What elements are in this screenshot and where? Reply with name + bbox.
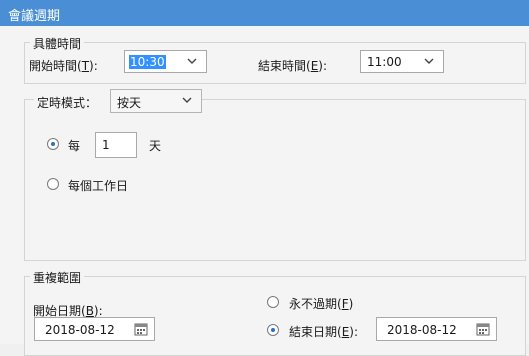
end-date-value: 2018-08-12 [387,323,457,337]
chevron-down-icon [187,58,197,64]
every-label: 每 [68,139,81,153]
chevron-down-icon [182,97,192,103]
start-time-label: 開始時間(T): [29,59,98,73]
end-date-label: 結束日期(E): [289,325,359,339]
chevron-down-icon [424,58,434,64]
days-unit-label: 天 [149,139,162,153]
dialog-body: 具體時間 開始時間(T): 10:30 結束時間(E): 11:00 定時模式：… [0,26,529,356]
every-workday-radio[interactable] [47,178,59,190]
window-title: 會議週期 [8,9,61,24]
interval-days-value: 1 [102,138,110,152]
interval-days-input[interactable]: 1 [95,132,137,158]
calendar-icon[interactable] [134,322,148,336]
time-group-legend: 具體時間 [30,35,85,52]
start-time-dropdown[interactable]: 10:30 [124,50,207,73]
never-expire-radio[interactable] [267,296,279,308]
start-date-value: 2018-08-12 [45,323,115,337]
mode-label: 定時模式： [34,94,110,111]
end-time-label: 結束時間(E): [258,59,328,73]
end-time-dropdown[interactable]: 11:00 [360,50,444,73]
every-n-days-radio[interactable] [47,138,59,150]
mode-dropdown[interactable]: 按天 [110,89,202,113]
repeat-range-legend: 重複範圍 [30,269,85,286]
every-workday-label: 每個工作日 [68,179,129,193]
end-date-radio[interactable] [267,324,279,336]
never-expire-label: 永不過期(F) [289,297,354,311]
end-time-value: 11:00 [367,55,402,69]
mode-value: 按天 [117,96,142,110]
title-bar[interactable]: 會議週期 [0,0,529,26]
start-date-picker[interactable]: 2018-08-12 [34,317,155,341]
calendar-icon[interactable] [476,322,490,336]
end-date-picker[interactable]: 2018-08-12 [376,317,497,341]
start-time-value: 10:30 [129,55,166,69]
